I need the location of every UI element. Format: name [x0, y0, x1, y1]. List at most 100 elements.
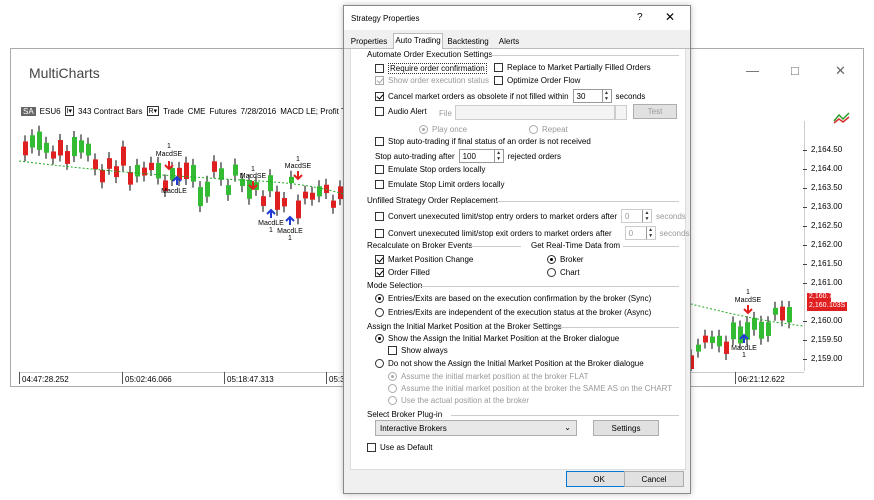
assume-flat-radio[interactable] — [388, 372, 397, 381]
convert-entry-stepper[interactable]: 0 ▲ ▼ — [621, 209, 652, 223]
optimize-flow-row[interactable]: Optimize Order Flow — [494, 76, 580, 85]
do-not-show-radio[interactable] — [375, 359, 384, 368]
candle-body — [107, 158, 112, 169]
use-actual-radio[interactable] — [388, 396, 397, 405]
require-confirmation-row[interactable]: Require order confirmation — [375, 63, 487, 74]
order-filled-checkbox[interactable] — [375, 268, 384, 277]
play-once-radio[interactable] — [419, 125, 428, 134]
cancel-seconds-stepper[interactable]: 30 ▲ ▼ — [572, 89, 612, 103]
chart-row[interactable]: Chart — [547, 268, 580, 277]
divider — [551, 327, 679, 328]
cancel-obsolete-checkbox[interactable] — [375, 91, 384, 101]
show-assign-radio[interactable] — [375, 334, 384, 343]
require-confirmation-checkbox[interactable] — [375, 64, 384, 73]
dialog-close-button[interactable]: ✕ — [665, 10, 675, 24]
convert-entry-checkbox[interactable] — [375, 211, 384, 221]
tab-alerts[interactable]: Alerts — [495, 35, 523, 49]
dialog-titlebar[interactable]: Strategy Properties ? ✕ — [344, 6, 690, 30]
order-filled-row[interactable]: Order Filled — [375, 268, 430, 277]
stop-after-stepper[interactable]: 100 ▲ ▼ — [458, 149, 504, 163]
file-path-input[interactable] — [455, 105, 615, 120]
audio-alert-checkbox[interactable] — [375, 107, 384, 116]
use-actual-row[interactable]: Use the actual position at the broker — [388, 396, 529, 405]
spin-arrows-icon[interactable]: ▲ ▼ — [645, 227, 655, 239]
repeat-radio[interactable] — [529, 125, 538, 134]
market-position-change-row[interactable]: Market Position Change — [375, 255, 473, 264]
tab-backtesting[interactable]: Backtesting — [444, 35, 492, 49]
bar-type-icon[interactable]: I▾ — [64, 106, 75, 116]
x-label: 05:18:47.313 — [224, 372, 274, 384]
candle-body — [128, 172, 133, 185]
divider — [623, 246, 679, 247]
replace-partial-checkbox[interactable] — [494, 63, 503, 72]
emulate-stop-row[interactable]: Emulate Stop orders locally — [375, 165, 485, 174]
test-button[interactable]: Test — [633, 104, 677, 119]
broker-plugin-select[interactable]: Interactive Brokers ⌄ — [375, 420, 577, 436]
candle-body — [86, 143, 91, 156]
tab-properties[interactable]: Properties — [348, 35, 390, 49]
cancel-obsolete-row[interactable]: Cancel market orders as obsolete if not … — [375, 89, 645, 103]
broker-row[interactable]: Broker — [547, 255, 584, 264]
mode-async-radio[interactable] — [375, 308, 384, 317]
resolution-icon[interactable]: R▾ — [146, 106, 160, 116]
assume-flat-row[interactable]: Assume the initial market position at th… — [388, 372, 589, 381]
show-assign-label: Show the Assign the Initial Market Posit… — [388, 334, 620, 343]
convert-entry-row[interactable]: Convert unexecuted limit/stop entry orde… — [375, 209, 686, 223]
emulate-stop-limit-row[interactable]: Emulate Stop Limit orders locally — [375, 180, 505, 189]
broker-radio[interactable] — [547, 255, 556, 264]
convert-exit-stepper[interactable]: 0 ▲ ▼ — [624, 226, 656, 240]
spin-arrows-icon[interactable]: ▲ ▼ — [642, 210, 651, 222]
assume-same-radio[interactable] — [388, 384, 397, 393]
candle-body — [275, 191, 280, 210]
sell-arrow-icon — [293, 171, 303, 181]
do-not-show-row[interactable]: Do not show the Assign the Initial Marke… — [375, 359, 644, 368]
maximize-button[interactable]: □ — [791, 63, 799, 78]
show-assign-row[interactable]: Show the Assign the Initial Market Posit… — [375, 334, 619, 343]
chart-radio[interactable] — [547, 268, 556, 277]
divider — [419, 286, 679, 287]
assume-same-row[interactable]: Assume the initial market position at th… — [388, 384, 672, 393]
mode-async-row[interactable]: Entries/Exits are independent of the exe… — [375, 308, 651, 317]
optimize-flow-checkbox[interactable] — [494, 76, 503, 85]
mode-sync-row[interactable]: Entries/Exits are based on the execution… — [375, 294, 651, 303]
stop-not-received-row[interactable]: Stop auto-trading if final status of an … — [375, 137, 591, 146]
close-button[interactable]: ✕ — [835, 63, 846, 79]
symbol-tag[interactable]: SA — [21, 106, 36, 116]
emulate-stop-limit-checkbox[interactable] — [375, 180, 384, 189]
show-always-row[interactable]: Show always — [388, 346, 448, 355]
show-status-row[interactable]: Show order execution status — [375, 76, 489, 85]
candle-body — [149, 162, 154, 171]
optimize-flow-label: Optimize Order Flow — [507, 76, 581, 85]
play-once-row[interactable]: Play once — [419, 125, 467, 134]
mode-sync-radio[interactable] — [375, 294, 384, 303]
browse-button[interactable] — [615, 105, 627, 120]
help-button[interactable]: ? — [637, 12, 643, 23]
audio-alert-row[interactable]: Audio Alert — [375, 107, 427, 116]
cancel-button[interactable]: Cancel — [624, 471, 684, 487]
convert-exit-checkbox[interactable] — [375, 228, 384, 238]
show-status-label: Show order execution status — [388, 76, 489, 85]
candle-body — [724, 341, 729, 354]
price-axis[interactable]: 2,164.50 2,163.50 2,164.00 2,163.00 2,16… — [802, 121, 853, 371]
stop-not-received-checkbox[interactable] — [375, 137, 384, 146]
minimize-button[interactable]: — — [746, 63, 759, 78]
assume-same-label: Assume the initial market position at th… — [401, 384, 673, 393]
convert-exit-row[interactable]: Convert unexecuted limit/stop exit order… — [375, 226, 689, 240]
candle-body — [44, 142, 49, 153]
ok-button[interactable]: OK — [566, 471, 632, 487]
candle-body — [282, 198, 287, 207]
macdle-label-1: MacdLE — [161, 188, 187, 195]
bar-count: 343 Contract Bars — [78, 106, 143, 116]
settings-button[interactable]: Settings — [593, 420, 659, 436]
spin-arrows-icon[interactable]: ▲ ▼ — [601, 90, 611, 102]
use-default-row[interactable]: Use as Default — [367, 443, 432, 452]
spin-arrows-icon[interactable]: ▲ ▼ — [493, 150, 503, 162]
show-always-checkbox[interactable] — [388, 346, 397, 355]
show-status-checkbox[interactable] — [375, 76, 384, 85]
emulate-stop-checkbox[interactable] — [375, 165, 384, 174]
market-position-change-checkbox[interactable] — [375, 255, 384, 264]
replace-partial-row[interactable]: Replace to Market Partially Filled Order… — [494, 63, 651, 72]
repeat-row[interactable]: Repeat — [529, 125, 568, 134]
section-automate: Automate Order Execution Settings — [367, 50, 493, 59]
use-default-checkbox[interactable] — [367, 443, 376, 452]
